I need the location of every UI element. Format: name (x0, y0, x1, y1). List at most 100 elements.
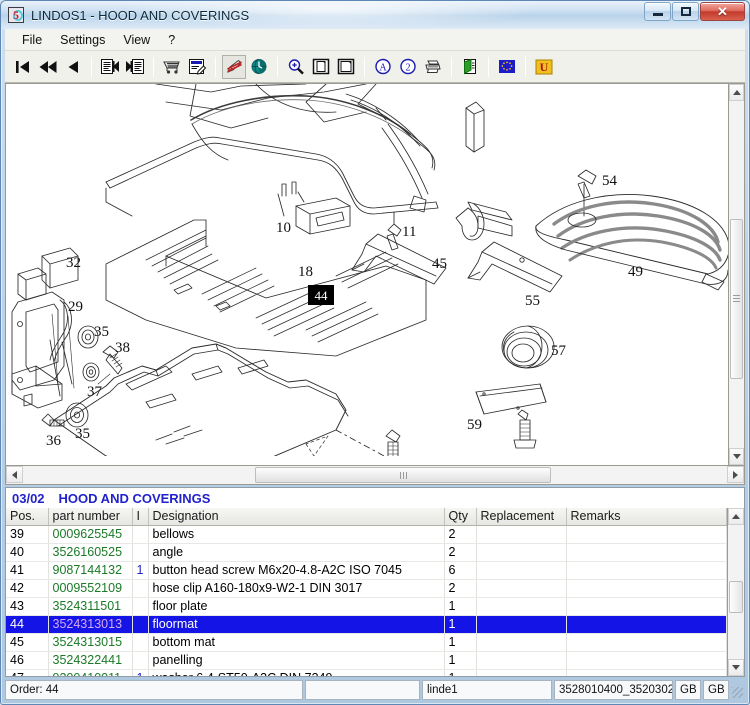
table-row[interactable]: 41 9087144132 1 button head screw M6x20-… (6, 561, 727, 580)
table-row[interactable]: 40 3526160525 angle 2 (6, 543, 727, 562)
status-language-2: GB (703, 680, 729, 700)
minimize-button[interactable] (644, 2, 671, 21)
scroll-left-button[interactable] (6, 466, 23, 483)
resize-grip[interactable] (731, 680, 745, 700)
table-row-selected[interactable]: 44 3524313013 floormat 1 (6, 615, 727, 634)
scroll-thumb-horizontal[interactable] (255, 467, 551, 483)
column-header-qty[interactable]: Qty (444, 508, 477, 526)
scroll-right-button[interactable] (727, 466, 744, 483)
scroll-track-vertical[interactable] (729, 101, 744, 448)
table-row[interactable]: 46 3524322441 panelling 1 (6, 651, 727, 670)
circled-a-icon: A (375, 58, 391, 75)
globe-clock-icon (251, 59, 267, 74)
clipboard-edit-icon (188, 59, 206, 75)
callout-36: 36 (46, 433, 62, 449)
document-forward-button[interactable] (123, 55, 147, 79)
exploded-view-canvas[interactable]: 10 11 13 14 18 29 32 35 35 36 37 38 43 4… (5, 83, 728, 466)
separator-8 (525, 56, 526, 77)
globe-button[interactable] (247, 55, 271, 79)
table-scroll-host[interactable]: Pos. part number I Designation Qty Repla… (6, 508, 727, 676)
menu-settings[interactable]: Settings (51, 31, 114, 49)
cell-qty: 1 (444, 651, 477, 670)
fit-page-button[interactable] (309, 55, 333, 79)
close-button[interactable]: ✕ (700, 2, 745, 21)
cell-part-number: 0009625545 (48, 525, 133, 544)
menu-bar: File Settings View ? (5, 29, 745, 51)
cell-remarks (566, 579, 727, 598)
zoom-button[interactable] (284, 55, 308, 79)
cell-qty: 1 (444, 615, 477, 634)
callout-29: 29 (68, 299, 83, 315)
column-header-designation[interactable]: Designation (148, 508, 445, 526)
table-row[interactable]: 42 0009552109 hose clip A160-180x9-W2-1 … (6, 579, 727, 598)
document-back-button[interactable] (98, 55, 122, 79)
cell-part-number: 3524311501 (48, 597, 133, 616)
page-fit-icon (312, 58, 330, 75)
table-row[interactable]: 47 9200410011 1 washer 6.4-ST50-A3C DIN … (6, 669, 727, 676)
circled-2-icon: 2 (400, 58, 416, 75)
menu-file[interactable]: File (13, 31, 51, 49)
cell-remarks (566, 651, 727, 670)
annotate-2-button[interactable]: 2 (396, 55, 420, 79)
callout-35a: 35 (94, 324, 109, 340)
minimize-icon (652, 13, 663, 16)
parts-list-panel: 03/02 HOOD AND COVERINGS Pos. part numbe… (5, 487, 745, 677)
table-row[interactable]: 39 0009625545 bellows 2 (6, 525, 727, 544)
parts-scroll-up-button[interactable] (728, 508, 744, 525)
hotspot-toggle-button[interactable] (222, 54, 246, 79)
cell-qty: 2 (444, 543, 477, 562)
table-row[interactable]: 45 3524313015 bottom mat 1 (6, 633, 727, 652)
units-button[interactable]: U (532, 55, 556, 79)
callout-60: 60 (537, 455, 552, 456)
column-header-part-number[interactable]: part number (48, 508, 133, 526)
annotate-a-button[interactable]: A (371, 55, 395, 79)
column-header-remarks[interactable]: Remarks (566, 508, 727, 526)
parts-scroll-track[interactable] (728, 525, 744, 659)
column-header-replacement[interactable]: Replacement (476, 508, 567, 526)
cell-designation: washer 6.4-ST50-A3C DIN 7349 (148, 669, 445, 676)
callout-44-highlight[interactable]: 44 (308, 285, 334, 305)
scroll-down-button[interactable] (729, 448, 744, 465)
parts-scroll-down-button[interactable] (728, 659, 744, 676)
cell-qty: 2 (444, 525, 477, 544)
menu-view[interactable]: View (114, 31, 159, 49)
column-header-i[interactable]: I (132, 508, 149, 526)
cell-i (132, 633, 149, 652)
table-row[interactable]: 43 3524311501 floor plate 1 (6, 597, 727, 616)
parts-vertical-scrollbar[interactable] (727, 508, 744, 676)
previous-button[interactable] (61, 55, 85, 79)
callout-18: 18 (298, 264, 313, 280)
maximize-button[interactable] (672, 2, 699, 21)
print-button[interactable] (421, 55, 445, 79)
callout-32: 32 (66, 255, 81, 271)
drawing-horizontal-scrollbar[interactable] (5, 466, 745, 485)
callout-37: 37 (87, 384, 103, 400)
cell-i: 1 (132, 561, 149, 580)
title-bar[interactable]: 5 LINDOS1 - HOOD AND COVERINGS ✕ (1, 1, 749, 29)
shopping-cart-button[interactable] (160, 55, 184, 79)
lindos-logo-icon[interactable]: 5 (8, 7, 24, 23)
eu-flag-button[interactable] (495, 55, 519, 79)
scroll-thumb-vertical[interactable] (730, 218, 743, 379)
first-page-button[interactable] (11, 55, 35, 79)
drawing-vertical-scrollbar[interactable] (728, 83, 745, 466)
order-list-button[interactable] (185, 55, 209, 79)
fast-back-button[interactable] (36, 55, 60, 79)
fit-width-button[interactable] (334, 55, 358, 79)
parts-scroll-thumb[interactable] (729, 581, 743, 614)
scroll-up-button[interactable] (729, 84, 744, 101)
notes-button[interactable] (458, 55, 482, 79)
cell-remarks (566, 543, 727, 562)
cell-part-number: 3526160525 (48, 543, 133, 562)
menu-help[interactable]: ? (159, 31, 184, 49)
cell-designation: angle (148, 543, 445, 562)
chevron-up-icon (732, 514, 740, 519)
pen-strikethrough-icon (226, 59, 242, 73)
cell-pos: 41 (6, 561, 49, 580)
status-bar: Order: 44 linde1 3528010400_3520302 GB G… (5, 680, 745, 700)
technical-drawing: 10 11 13 14 18 29 32 35 35 36 37 38 43 4… (11, 84, 728, 456)
scroll-track-horizontal[interactable] (23, 466, 727, 484)
status-blank (305, 680, 420, 700)
column-header-pos[interactable]: Pos. (6, 508, 49, 526)
cell-designation: bellows (148, 525, 445, 544)
